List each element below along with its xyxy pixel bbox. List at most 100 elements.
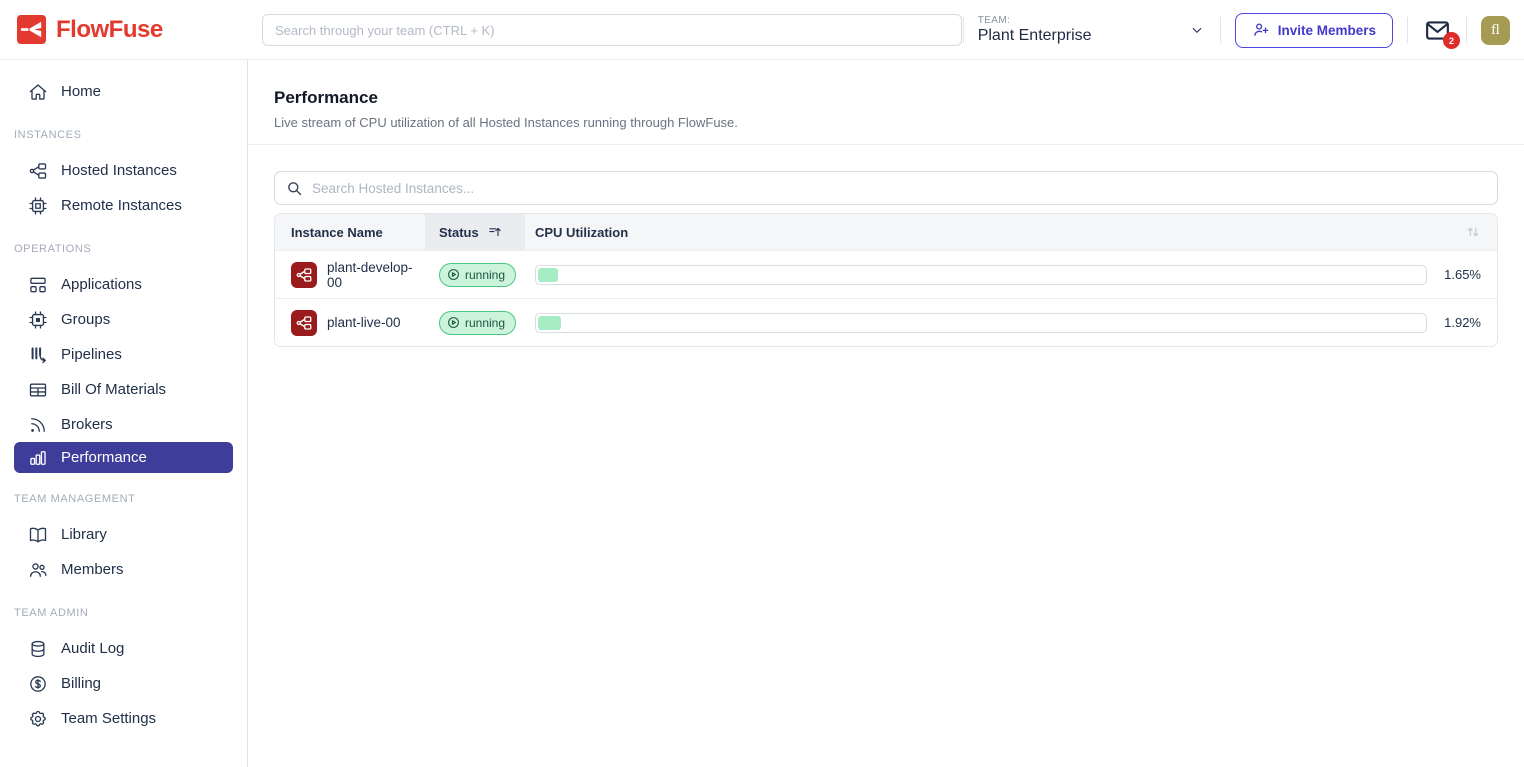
- instance-search-input[interactable]: [312, 181, 1486, 196]
- sidebar-item-remote-instances[interactable]: Remote Instances: [0, 188, 247, 223]
- pipelines-icon: [28, 345, 48, 365]
- flowfuse-logo-icon: [16, 14, 47, 45]
- cpu-percentage: 1.92%: [1427, 315, 1497, 330]
- column-header-sort[interactable]: [1441, 214, 1497, 250]
- status-cell: running: [425, 311, 525, 335]
- sidebar-item-label: Audit Log: [61, 640, 124, 657]
- performance-icon: [28, 448, 48, 468]
- column-header-status-label: Status: [439, 225, 479, 240]
- user-plus-icon: [1252, 21, 1270, 39]
- sidebar-item-label: Applications: [61, 276, 142, 293]
- main-content: Performance Live stream of CPU utilizati…: [248, 60, 1524, 767]
- page-header: Performance Live stream of CPU utilizati…: [248, 60, 1524, 145]
- table-row[interactable]: plant-live-00 running 1.92%: [275, 298, 1497, 346]
- bill-of-materials-icon: [28, 380, 48, 400]
- sidebar-item-bill-of-materials[interactable]: Bill Of Materials: [0, 372, 247, 407]
- sort-ascending-icon: [488, 225, 503, 240]
- team-label: TEAM:: [978, 15, 1092, 26]
- instance-name: plant-develop-00: [327, 260, 425, 290]
- cpu-utilization-bar: [535, 265, 1427, 285]
- library-icon: [28, 525, 48, 545]
- flowfuse-logo[interactable]: FlowFuse: [0, 14, 248, 45]
- team-name: Plant Enterprise: [978, 27, 1092, 45]
- status-badge: running: [439, 311, 516, 335]
- team-selector[interactable]: TEAM: Plant Enterprise: [978, 15, 1206, 45]
- sidebar-item-label: Performance: [61, 449, 147, 466]
- status-text: running: [465, 316, 505, 330]
- status-badge: running: [439, 263, 516, 287]
- instances-table: Instance Name Status CPU Utilization: [274, 213, 1498, 347]
- hosted-instances-icon: [28, 161, 48, 181]
- invite-members-label: Invite Members: [1278, 23, 1376, 38]
- sidebar-item-label: Pipelines: [61, 346, 122, 363]
- sidebar: Home INSTANCES Hosted Instances Remote I…: [0, 60, 248, 767]
- table-row[interactable]: plant-develop-00 running 1.65%: [275, 250, 1497, 298]
- column-header-instance-name[interactable]: Instance Name: [275, 214, 425, 250]
- sidebar-item-label: Home: [61, 83, 101, 100]
- chevron-down-icon: [1188, 21, 1206, 39]
- divider: [1220, 17, 1221, 43]
- sidebar-item-groups[interactable]: Groups: [0, 302, 247, 337]
- cpu-utilization-fill: [538, 316, 561, 330]
- invite-members-button[interactable]: Invite Members: [1235, 13, 1393, 48]
- cpu-bar-cell: [525, 313, 1427, 333]
- notifications-button[interactable]: 2: [1422, 15, 1452, 45]
- billing-icon: [28, 674, 48, 694]
- sidebar-item-billing[interactable]: Billing: [0, 666, 247, 701]
- home-icon: [28, 82, 48, 102]
- header-actions: TEAM: Plant Enterprise Invite Members 2 …: [949, 0, 1510, 60]
- sidebar-item-label: Library: [61, 526, 107, 543]
- instance-icon: [291, 262, 317, 288]
- team-search-input[interactable]: [262, 14, 962, 46]
- divider: [1407, 17, 1408, 43]
- sidebar-item-label: Billing: [61, 675, 101, 692]
- table-header-row: Instance Name Status CPU Utilization: [275, 214, 1497, 250]
- column-header-status[interactable]: Status: [425, 214, 525, 250]
- avatar[interactable]: fl: [1481, 16, 1510, 45]
- cpu-bar-cell: [525, 265, 1427, 285]
- instance-name: plant-live-00: [327, 315, 401, 330]
- groups-icon: [28, 310, 48, 330]
- sidebar-item-label: Hosted Instances: [61, 162, 177, 179]
- divider: [1466, 17, 1467, 43]
- play-circle-icon: [447, 316, 460, 329]
- instance-name-cell: plant-live-00: [275, 310, 425, 336]
- brokers-icon: [28, 415, 48, 435]
- brand-name: FlowFuse: [56, 16, 163, 44]
- sidebar-item-label: Remote Instances: [61, 197, 182, 214]
- sidebar-section-operations: OPERATIONS: [0, 243, 247, 255]
- audit-log-icon: [28, 639, 48, 659]
- sidebar-item-label: Members: [61, 561, 124, 578]
- sidebar-item-home[interactable]: Home: [0, 74, 247, 109]
- sidebar-section-team-management: TEAM MANAGEMENT: [0, 493, 247, 505]
- status-text: running: [465, 268, 505, 282]
- members-icon: [28, 560, 48, 580]
- play-circle-icon: [447, 268, 460, 281]
- notification-badge: 2: [1443, 32, 1460, 49]
- sidebar-item-applications[interactable]: Applications: [0, 267, 247, 302]
- divider: [963, 17, 964, 43]
- sort-up-down-icon: [1465, 224, 1481, 240]
- status-cell: running: [425, 263, 525, 287]
- sidebar-section-team-admin: TEAM ADMIN: [0, 607, 247, 619]
- sidebar-item-performance[interactable]: Performance: [14, 442, 233, 473]
- instance-search[interactable]: [274, 171, 1498, 205]
- sidebar-item-audit-log[interactable]: Audit Log: [0, 631, 247, 666]
- sidebar-item-library[interactable]: Library: [0, 517, 247, 552]
- cpu-utilization-fill: [538, 268, 558, 282]
- sidebar-item-label: Brokers: [61, 416, 113, 433]
- applications-icon: [28, 275, 48, 295]
- instance-name-cell: plant-develop-00: [275, 260, 425, 290]
- top-header: FlowFuse TEAM: Plant Enterprise Invite M…: [0, 0, 1524, 60]
- sidebar-item-label: Team Settings: [61, 710, 156, 727]
- sidebar-item-team-settings[interactable]: Team Settings: [0, 701, 247, 736]
- cpu-percentage: 1.65%: [1427, 267, 1497, 282]
- column-header-cpu-utilization[interactable]: CPU Utilization: [525, 214, 1441, 250]
- sidebar-item-brokers[interactable]: Brokers: [0, 407, 247, 442]
- instance-icon: [291, 310, 317, 336]
- sidebar-item-members[interactable]: Members: [0, 552, 247, 587]
- cpu-utilization-bar: [535, 313, 1427, 333]
- search-icon: [286, 180, 303, 197]
- sidebar-item-pipelines[interactable]: Pipelines: [0, 337, 247, 372]
- sidebar-item-hosted-instances[interactable]: Hosted Instances: [0, 153, 247, 188]
